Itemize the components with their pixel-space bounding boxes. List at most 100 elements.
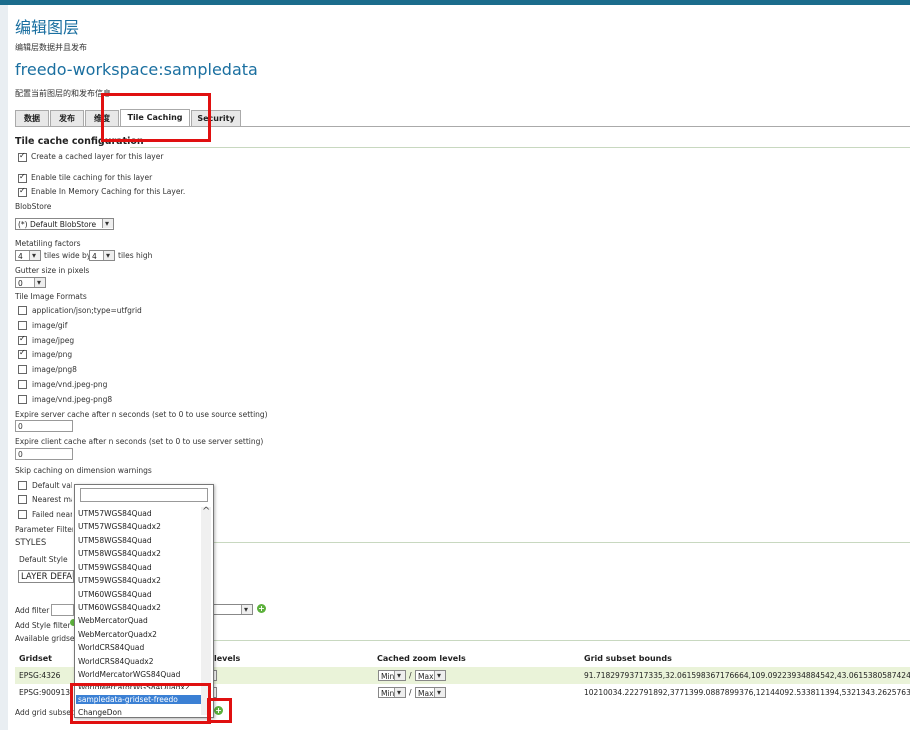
format-checkbox-jpeg-png[interactable] xyxy=(18,380,27,389)
tab-publish[interactable]: 发布 xyxy=(50,110,84,126)
meta-width-select[interactable]: 4 xyxy=(15,250,41,261)
tiles-wide-label: tiles wide by xyxy=(44,251,92,260)
chevron-down-icon xyxy=(434,671,445,680)
top-bar xyxy=(0,0,910,5)
gutter-label: Gutter size in pixels xyxy=(15,266,90,275)
chevron-down-icon xyxy=(103,251,114,260)
chevron-down-icon xyxy=(29,251,40,260)
col-header-levels: levels xyxy=(214,654,241,663)
format-checkbox-png8[interactable] xyxy=(18,365,27,374)
meta-height-select[interactable]: 4 xyxy=(89,250,115,261)
expire-server-input[interactable]: 0 xyxy=(15,420,73,432)
enable-tile-checkbox[interactable] xyxy=(18,172,27,183)
dropdown-option[interactable]: WorldMercatorWGS84Quad xyxy=(78,670,180,679)
zoom-separator: / xyxy=(409,688,412,697)
bounds-cell: 10210034.222791892,3771399.0887899376,12… xyxy=(584,688,910,697)
dropdown-option[interactable]: UTM60WGS84Quad xyxy=(78,590,152,599)
format-checkbox-jpeg-png8[interactable] xyxy=(18,395,27,404)
col-header-gridset: Gridset xyxy=(19,654,52,663)
format-label-jpeg-png8: image/vnd.jpeg-png8 xyxy=(32,395,113,404)
chevron-down-icon xyxy=(434,688,445,697)
format-label-utfgrid: application/json;type=utfgrid xyxy=(32,306,142,315)
min-zoom-value: Min xyxy=(381,689,395,698)
max-zoom-select[interactable]: Max xyxy=(415,687,446,698)
page-subtitle: 编辑层数据并且发布 xyxy=(15,43,87,52)
skip-failed-checkbox[interactable] xyxy=(18,510,27,519)
max-zoom-value: Max xyxy=(418,689,434,698)
add-style-filter-label: Add Style filter xyxy=(15,621,70,630)
format-label-jpeg-png: image/vnd.jpeg-png xyxy=(32,380,108,389)
format-checkbox-utfgrid[interactable] xyxy=(18,306,27,315)
max-zoom-value: Max xyxy=(418,672,434,681)
parameter-filters-label: Parameter Filters xyxy=(15,525,73,534)
format-checkbox-png[interactable] xyxy=(18,348,27,359)
bounds-cell: 91.71829793717335,32.061598367176664,109… xyxy=(584,671,910,680)
layer-name: freedo-workspace:sampledata xyxy=(15,60,258,79)
dropdown-option[interactable]: WebMercatorQuadx2 xyxy=(78,630,157,639)
meta-height-value: 4 xyxy=(92,252,97,261)
gridset-cell: EPSG:900913 xyxy=(19,688,70,697)
skip-default-checkbox[interactable] xyxy=(18,481,27,490)
create-cached-checkbox[interactable] xyxy=(18,151,27,162)
dropdown-option[interactable]: UTM60WGS84Quadx2 xyxy=(78,603,161,612)
tab-data[interactable]: 数据 xyxy=(15,110,49,126)
col-header-cached-zoom: Cached zoom levels xyxy=(377,654,466,663)
dropdown-option[interactable]: UTM59WGS84Quad xyxy=(78,563,152,572)
page-title: 编辑图层 xyxy=(15,18,80,37)
format-checkbox-jpeg[interactable] xyxy=(18,334,27,345)
dropdown-option[interactable]: WorldCRS84Quad xyxy=(78,643,144,652)
expire-client-input[interactable]: 0 xyxy=(15,448,73,460)
formats-label: Tile Image Formats xyxy=(15,292,87,301)
dropdown-option[interactable]: UTM57WGS84Quadx2 xyxy=(78,522,161,531)
meta-width-value: 4 xyxy=(18,252,23,261)
skip-default-label: Default value xyxy=(32,481,72,490)
metatiling-label: Metatiling factors xyxy=(15,239,81,248)
dropdown-option[interactable]: UTM57WGS84Quad xyxy=(78,509,152,518)
min-zoom-value: Min xyxy=(381,672,395,681)
chevron-down-icon xyxy=(394,671,405,680)
left-edge xyxy=(0,5,8,730)
min-zoom-select[interactable]: Min xyxy=(378,687,406,698)
expire-client-label: Expire client cache after n seconds (set… xyxy=(15,437,264,446)
enable-memory-checkbox[interactable] xyxy=(18,186,27,197)
chevron-down-icon xyxy=(102,219,113,229)
gridsets-divider xyxy=(212,640,910,641)
gutter-select[interactable]: 0 xyxy=(15,277,46,288)
add-filter-select[interactable] xyxy=(212,604,253,615)
layer-description: 配置当前图层的和发布信息 xyxy=(15,89,111,98)
expire-server-label: Expire server cache after n seconds (set… xyxy=(15,410,268,419)
styles-label: STYLES xyxy=(15,538,47,548)
add-filter-plus-icon[interactable]: + xyxy=(257,604,266,613)
dropdown-search-input[interactable] xyxy=(80,488,208,502)
chevron-down-icon xyxy=(394,688,405,697)
zoom-separator: / xyxy=(409,671,412,680)
create-cached-label: Create a cached layer for this layer xyxy=(31,152,164,161)
available-gridsets-label: Available gridsets xyxy=(15,634,75,643)
chevron-down-icon xyxy=(34,278,45,287)
enable-tile-label: Enable tile caching for this layer xyxy=(31,173,153,182)
format-checkbox-gif[interactable] xyxy=(18,321,27,330)
section-divider xyxy=(130,147,910,148)
format-label-png: image/png xyxy=(32,350,73,359)
default-style-label: Default Style xyxy=(19,555,68,564)
highlight-add-button xyxy=(207,698,232,723)
chevron-down-icon xyxy=(241,605,252,614)
dropdown-option[interactable]: UTM58WGS84Quadx2 xyxy=(78,549,161,558)
min-zoom-select[interactable]: Min xyxy=(378,670,406,681)
format-label-png8: image/png8 xyxy=(32,365,77,374)
dropdown-option[interactable]: WorldCRS84Quadx2 xyxy=(78,657,153,666)
highlight-selected-gridset xyxy=(70,683,211,724)
format-label-jpeg: image/jpeg xyxy=(32,336,75,345)
skip-failed-label: Failed nearest xyxy=(32,510,72,519)
max-zoom-select[interactable]: Max xyxy=(415,670,446,681)
blobstore-select[interactable]: (*) Default BlobStore xyxy=(15,218,114,230)
col-header-bounds: Grid subset bounds xyxy=(584,654,672,663)
add-filter-input[interactable] xyxy=(51,604,74,616)
dropdown-option[interactable]: UTM58WGS84Quad xyxy=(78,536,152,545)
dropdown-option[interactable]: WebMercatorQuad xyxy=(78,616,148,625)
blobstore-label: BlobStore xyxy=(15,202,52,211)
dropdown-option[interactable]: UTM59WGS84Quadx2 xyxy=(78,576,161,585)
add-grid-subset-label: Add grid subset xyxy=(15,708,74,717)
skip-nearest-checkbox[interactable] xyxy=(18,495,27,504)
default-style-select[interactable]: LAYER DEFAULT xyxy=(18,570,74,583)
